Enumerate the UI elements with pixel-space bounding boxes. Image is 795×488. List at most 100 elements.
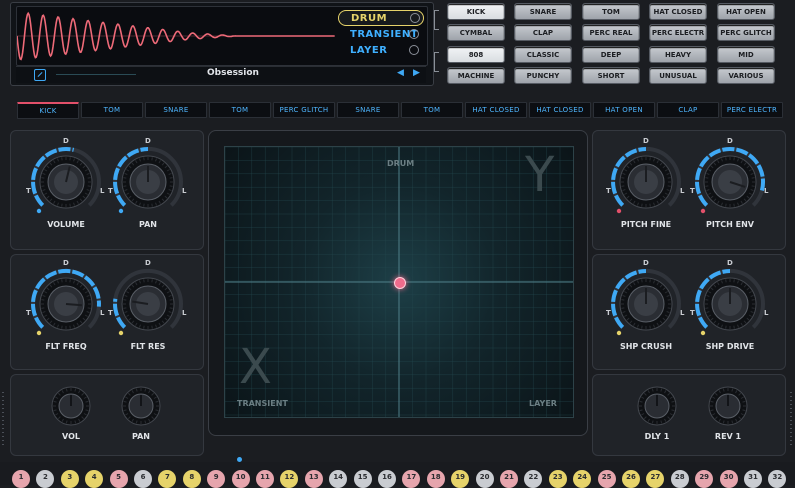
step-button-18[interactable]: 18 [426,470,445,488]
mode-drum[interactable]: DRUM [338,10,424,26]
step-button-27[interactable]: 27 [646,470,665,488]
category-hat-closed[interactable]: HAT CLOSED [649,3,707,20]
step-button-20[interactable]: 20 [475,470,494,488]
preset-bar: Obsession ◀ ▶ [16,66,426,83]
category-perc-electr[interactable]: PERC ELECTR [649,24,707,41]
flt-res-knob-graphic [113,269,183,336]
step-button-3[interactable]: 3 [60,470,79,488]
step-button-8[interactable]: 8 [182,470,201,488]
volume-knob[interactable]: D T L VOLUME [26,137,106,230]
category-short[interactable]: SHORT [582,67,640,84]
knob-letter-t: T [108,309,113,317]
layer-slot-1[interactable]: KICK [17,102,79,119]
step-button-15[interactable]: 15 [353,470,372,488]
category-classic[interactable]: CLASSIC [514,46,572,63]
step-button-16[interactable]: 16 [378,470,396,488]
step-button-2[interactable]: 2 [36,470,55,488]
step-button-14[interactable]: 14 [329,470,348,488]
category-heavy[interactable]: HEAVY [649,46,707,63]
category-clap[interactable]: CLAP [514,24,572,41]
layer-slot-12[interactable]: PERC ELECTR [721,102,783,118]
step-button-21[interactable]: 21 [500,470,518,488]
xy-pad[interactable]: DRUM TRANSIENT LAYER Y X [224,146,574,418]
send-pan-knob[interactable]: PAN [106,384,176,444]
knob-grip-line [69,203,71,207]
step-button-17[interactable]: 17 [402,470,421,488]
layer-slot-3[interactable]: SNARE [145,102,207,118]
expand-icon[interactable] [34,69,46,81]
knob-pointer [65,303,83,307]
layer-slot-4[interactable]: TOM [209,102,271,118]
prev-preset-icon[interactable]: ◀ [397,68,404,78]
preset-name[interactable]: Obsession [116,68,350,78]
step-button-23[interactable]: 23 [548,470,567,488]
category-perc-glitch[interactable]: PERC GLITCH [717,24,775,41]
category-cymbal[interactable]: CYMBAL [447,24,505,41]
category-kick[interactable]: KICK [447,3,505,20]
step-button-1[interactable]: 1 [12,470,30,488]
mode-transient[interactable]: TRANSIENT [338,27,422,41]
step-button-9[interactable]: 9 [207,470,226,488]
step-button-32[interactable]: 32 [768,470,787,488]
layer-slot-11[interactable]: CLAP [657,102,719,118]
step-button-7[interactable]: 7 [158,470,177,488]
knob-grip-line [621,185,625,187]
category-unusual[interactable]: UNUSUAL [649,67,707,84]
flt-res-knob[interactable]: D T L FLT RES [108,259,188,352]
category-machine[interactable]: MACHINE [447,67,505,84]
layer-slot-10[interactable]: HAT OPEN [593,102,655,118]
layer-slot-6[interactable]: SNARE [337,102,399,118]
step-button-29[interactable]: 29 [695,470,714,488]
step-button-26[interactable]: 26 [622,470,640,488]
pan-knob[interactable]: D T L PAN [108,137,188,230]
step-button-11[interactable]: 11 [256,470,274,488]
next-preset-icon[interactable]: ▶ [413,68,420,78]
layer-slot-8[interactable]: HAT CLOSED [465,102,527,118]
step-button-30[interactable]: 30 [719,470,738,488]
step-button-31[interactable]: 31 [744,470,762,488]
step-button-5[interactable]: 5 [109,470,128,488]
step-button-25[interactable]: 25 [597,470,616,488]
step-button-4[interactable]: 4 [85,470,104,488]
knob-grip-line [733,325,735,329]
step-button-6[interactable]: 6 [134,470,152,488]
knob-grip-line [705,307,709,309]
step-button-13[interactable]: 13 [304,470,323,488]
vol-knob[interactable]: VOL [36,384,106,444]
category-deep[interactable]: DEEP [582,46,640,63]
step-button-12[interactable]: 12 [280,470,299,488]
category-mid[interactable]: MID [717,46,775,63]
knob-grip-line [705,185,709,187]
knob-grip-line [649,157,651,161]
vent-line [790,432,792,433]
step-button-10[interactable]: 10 [231,470,250,488]
knob-grip-line [143,325,145,329]
step-button-19[interactable]: 19 [451,470,470,488]
knob-grip-line [69,325,71,329]
category-punchy[interactable]: PUNCHY [514,67,572,84]
rev-1-knob[interactable]: REV 1 [693,384,763,444]
category-various[interactable]: VARIOUS [717,67,775,84]
pitch-env-knob[interactable]: D T L PITCH ENV [690,137,770,230]
category-hat-open[interactable]: HAT OPEN [717,3,775,20]
dly-1-knob[interactable]: DLY 1 [622,384,692,444]
layer-slot-5[interactable]: PERC GLITCH [273,102,335,118]
layer-slot-2[interactable]: TOM [81,102,143,118]
step-button-22[interactable]: 22 [524,470,543,488]
flt-freq-knob[interactable]: D T L FLT FREQ [26,259,106,352]
step-button-28[interactable]: 28 [670,470,689,488]
category-perc-real[interactable]: PERC REAL [582,24,640,41]
mode-layer[interactable]: LAYER [338,43,422,57]
pitch-fine-knob[interactable]: D T L PITCH FINE [606,137,686,230]
shp-crush-knob[interactable]: D T L SHP CRUSH [606,259,686,352]
xy-puck-handle[interactable] [394,277,406,289]
shp-drive-knob-graphic [695,269,765,336]
shp-drive-knob[interactable]: D T L SHP DRIVE [690,259,770,352]
category-tom[interactable]: TOM [582,3,640,20]
knob-letter-d: D [63,259,69,267]
step-button-24[interactable]: 24 [573,470,592,488]
category-snare[interactable]: SNARE [514,3,572,20]
category-808[interactable]: 808 [447,46,505,63]
layer-slot-9[interactable]: HAT CLOSED [529,102,591,118]
layer-slot-7[interactable]: TOM [401,102,463,118]
